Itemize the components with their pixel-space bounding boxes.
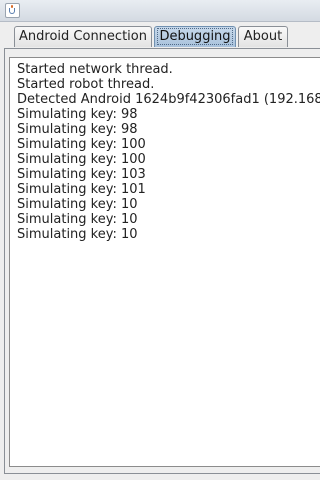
debug-log-textarea[interactable]: Started network thread. Started robot th… bbox=[9, 57, 320, 467]
tab-debugging[interactable]: Debugging bbox=[154, 26, 236, 47]
tab-about[interactable]: About bbox=[238, 26, 288, 47]
log-line: Started robot thread. bbox=[17, 77, 155, 92]
log-line: Detected Android 1624b9f42306fad1 (192.1… bbox=[17, 92, 320, 107]
debugging-panel: Started network thread. Started robot th… bbox=[4, 48, 320, 474]
tab-debugging-label: Debugging bbox=[157, 28, 233, 45]
log-line: Started network thread. bbox=[17, 62, 173, 77]
app-window: Android Connection Debugging About Start… bbox=[0, 0, 320, 480]
tab-android-connection-label: Android Connection bbox=[19, 29, 147, 44]
tab-about-label: About bbox=[243, 29, 283, 44]
log-line: Simulating key: 10 bbox=[17, 212, 138, 227]
log-line: Simulating key: 98 bbox=[17, 122, 138, 137]
log-line: Simulating key: 10 bbox=[17, 197, 138, 212]
log-line: Simulating key: 100 bbox=[17, 137, 146, 152]
log-line: Simulating key: 103 bbox=[17, 167, 146, 182]
log-line: Simulating key: 10 bbox=[17, 227, 138, 242]
log-line: Simulating key: 101 bbox=[17, 182, 146, 197]
java-cup-icon[interactable] bbox=[5, 3, 20, 18]
log-line: Simulating key: 100 bbox=[17, 152, 146, 167]
tab-bar: Android Connection Debugging About bbox=[0, 22, 320, 48]
tab-android-connection[interactable]: Android Connection bbox=[14, 26, 152, 47]
log-line: Simulating key: 98 bbox=[17, 107, 138, 122]
title-bar[interactable] bbox=[0, 0, 320, 22]
